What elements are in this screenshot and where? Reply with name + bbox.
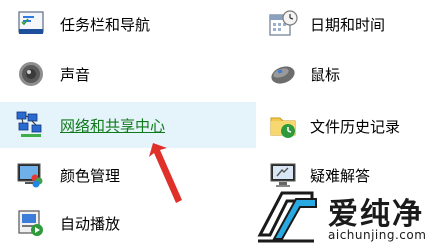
network-icon [14,108,48,142]
item-label: 颜色管理 [60,166,121,185]
item-color-management[interactable]: 颜色管理 [0,153,256,197]
watermark-logo-icon [257,191,317,243]
item-label: 鼠标 [310,65,341,84]
item-mouse[interactable]: 鼠标 [258,52,443,96]
item-file-history[interactable]: 文件历史记录 [258,104,443,148]
taskbar-icon [14,7,48,41]
item-label: 声音 [60,65,91,84]
item-autoplay[interactable]: 自动播放 [0,201,256,245]
item-label: 日期和时间 [310,15,386,34]
item-date-time[interactable]: 日期和时间 [258,2,443,46]
item-label: 自动播放 [60,214,121,233]
speaker-icon [14,57,48,91]
item-label: 任务栏和导航 [60,15,151,34]
folder-history-icon [266,109,300,143]
item-label: 文件历史记录 [310,117,401,136]
item-taskbar-navigation[interactable]: 任务栏和导航 [0,2,256,46]
item-label: 网络和共享中心 [60,116,166,135]
watermark-name: 爱纯净 [328,197,424,232]
color-management-icon [14,158,48,192]
mouse-icon [266,57,300,91]
watermark-url: aichunjing.com [328,228,427,242]
autoplay-icon [14,206,48,240]
watermark: 爱纯净 aichunjing.com [250,183,443,248]
item-sound[interactable]: 声音 [0,52,256,96]
item-network-sharing-center[interactable]: 网络和共享中心 [0,102,256,148]
calendar-clock-icon [266,7,300,41]
